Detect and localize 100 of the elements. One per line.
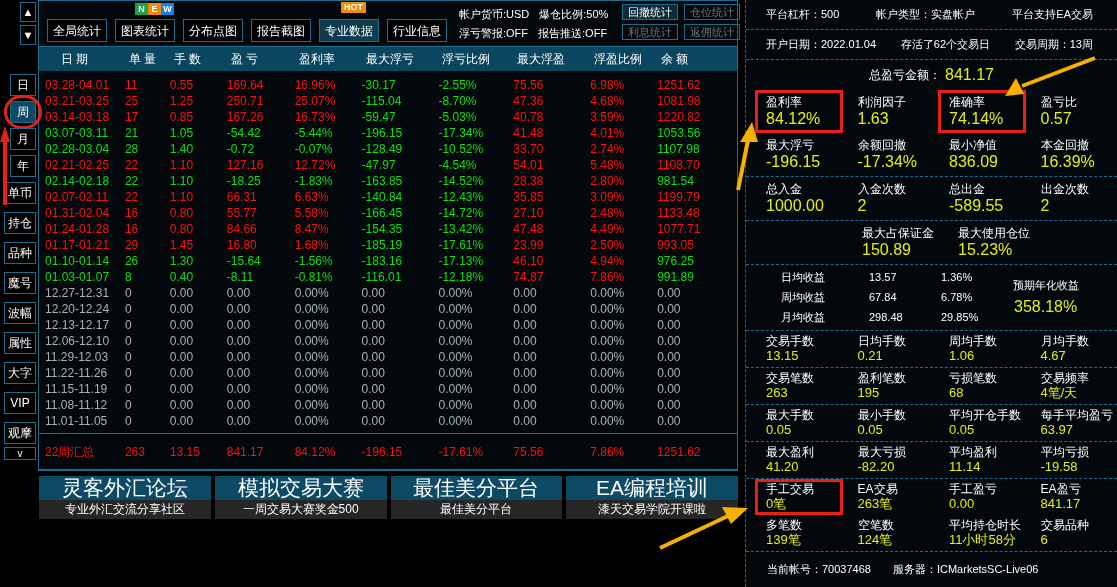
banner-title[interactable]: EA编程培训: [566, 476, 738, 500]
table-cell-text: 0.00%: [590, 317, 626, 333]
scroll-button[interactable]: ▼: [20, 25, 36, 45]
table-cell-text: 0: [124, 413, 133, 429]
table-cell-text: 0.00: [361, 381, 386, 397]
tool-button[interactable]: 属性: [4, 332, 36, 354]
table-cell-text: 0.00: [226, 301, 252, 317]
period-tab[interactable]: 年: [10, 155, 36, 177]
period-tab[interactable]: 日: [10, 74, 36, 96]
average-label: 月均收益: [781, 310, 826, 326]
table-cell-text: 8.47%: [294, 221, 330, 237]
banner-subtitle[interactable]: 漆天交易学院开课啦: [566, 500, 738, 519]
table-cell-text: 0: [124, 381, 133, 397]
toolbar-button[interactable]: 报告截图: [251, 19, 311, 42]
table-cell-text: 1.68%: [294, 237, 330, 253]
new-badge-letter: E: [148, 2, 161, 15]
tool-button[interactable]: 持仓: [4, 212, 36, 234]
metric-label: 总出金: [949, 181, 986, 196]
table-cell-text: 33.70: [513, 141, 545, 157]
metric-value: 263笔: [857, 496, 894, 512]
banner-subtitle[interactable]: 专业外汇交流分享社区: [39, 500, 211, 519]
metric-value: 2: [857, 195, 868, 216]
table-cell-text: -1.83%: [294, 173, 334, 189]
table-cell-text: 2.74%: [590, 141, 626, 157]
metric-value: 13.15: [766, 348, 800, 364]
tool-button[interactable]: 波幅: [4, 302, 36, 324]
tool-button[interactable]: 品种: [4, 242, 36, 264]
table-cell-text: 0.00%: [438, 397, 474, 413]
tool-button[interactable]: 单币: [4, 182, 36, 204]
banner-title[interactable]: 模拟交易大赛: [214, 476, 387, 500]
account-detail: 开户日期：2022.01.04: [766, 37, 877, 53]
metric-label: 交易笔数: [766, 371, 815, 385]
toolbar-button[interactable]: 分布点图: [183, 19, 243, 42]
banner-subtitle[interactable]: 最佳美分平台: [390, 500, 563, 519]
period-tab[interactable]: 周: [10, 101, 36, 123]
table-cell-text: 02.21-02.25: [45, 157, 111, 173]
tool-button[interactable]: 魔号: [4, 272, 36, 294]
table-cell-text: 0.00: [361, 397, 386, 413]
column-header: 浮亏比例: [441, 51, 492, 68]
table-cell-text: -185.19: [361, 237, 404, 253]
metric-label: 平均开仓手数: [949, 408, 1022, 422]
table-cell-text: 22: [124, 173, 140, 189]
table-cell-text: 26: [124, 253, 140, 269]
average-percent: 29.85%: [941, 310, 980, 326]
banner-title[interactable]: 灵客外汇论坛: [39, 476, 211, 500]
table-cell-text: 0.00%: [294, 381, 330, 397]
metric-label: 平均持仓时长: [949, 518, 1022, 532]
metric-value: 0笔: [766, 496, 788, 512]
metric-value: 0.21: [857, 348, 884, 364]
banner-subtitle[interactable]: 一周交易大赛奖金500: [214, 500, 387, 519]
metric-value: 68: [949, 385, 965, 401]
table-cell-text: 84.66: [226, 221, 258, 237]
metric-value: -17.34%: [857, 151, 919, 172]
table-cell-text: 40.78: [513, 109, 545, 125]
table-cell-text: 1.30: [169, 253, 195, 269]
metric-label: 总入金: [766, 181, 803, 196]
table-cell-text: -116.01: [361, 269, 403, 285]
table-cell-text: 1077.71: [657, 221, 702, 237]
table-cell-text: 1220.82: [657, 109, 702, 125]
table-cell-text: 46.10: [513, 253, 545, 269]
table-cell-text: 0.00: [657, 333, 682, 349]
toolbar-button[interactable]: 全局统计: [47, 19, 107, 42]
summary-cell-text: 263: [124, 443, 146, 461]
tool-button[interactable]: VIP: [4, 392, 36, 414]
table-cell-text: 12.20-12.24: [45, 301, 111, 317]
table-cell-text: 0.00: [226, 333, 252, 349]
more-button[interactable]: v: [4, 447, 36, 460]
table-cell-text: -13.42%: [438, 221, 485, 237]
stat-button[interactable]: 回撤统计: [622, 4, 679, 20]
tool-button[interactable]: 大字: [4, 362, 36, 384]
summary-cell-text: 75.56: [513, 443, 545, 461]
annotation-arrow: [736, 122, 758, 191]
table-cell-text: 5.48%: [590, 157, 626, 173]
metric-value: 0.05: [949, 422, 976, 438]
banner-title[interactable]: 最佳美分平台: [390, 476, 563, 500]
table-cell-text: -5.03%: [438, 109, 478, 125]
metric-value: 4.67: [1040, 348, 1067, 364]
table-cell-text: 0.00: [361, 333, 386, 349]
table-cell-text: 54.01: [513, 157, 545, 173]
table-cell-text: -17.61%: [438, 237, 485, 253]
toolbar-button[interactable]: 专业数据: [319, 19, 379, 42]
scroll-button[interactable]: ▲: [20, 2, 36, 22]
column-header: 浮盈比例: [593, 51, 644, 68]
toolbar-button[interactable]: 行业信息: [387, 19, 447, 42]
account-setting: 帐户货币:USD: [459, 8, 530, 21]
tool-button[interactable]: 观摩: [4, 422, 36, 444]
column-header: 单 量: [127, 51, 158, 68]
footer-info: 服务器：ICMarketsSC-Live06: [892, 562, 1039, 578]
metric-label: 日均手数: [857, 334, 907, 348]
table-cell-text: 169.64: [226, 77, 265, 93]
metric-label: 交易频率: [1040, 371, 1090, 385]
metric-value: -82.20: [857, 459, 896, 475]
account-detail: 平台杠杆：500: [766, 7, 840, 23]
table-cell-text: -30.17: [361, 77, 397, 93]
table-cell-text: 7.86%: [590, 269, 626, 285]
table-cell-text: 0.00: [169, 317, 195, 333]
metric-label: EA交易: [857, 482, 899, 496]
period-tab[interactable]: 月: [10, 128, 36, 150]
toolbar-button[interactable]: 图表统计: [115, 19, 175, 42]
table-cell-text: -14.52%: [438, 173, 485, 189]
